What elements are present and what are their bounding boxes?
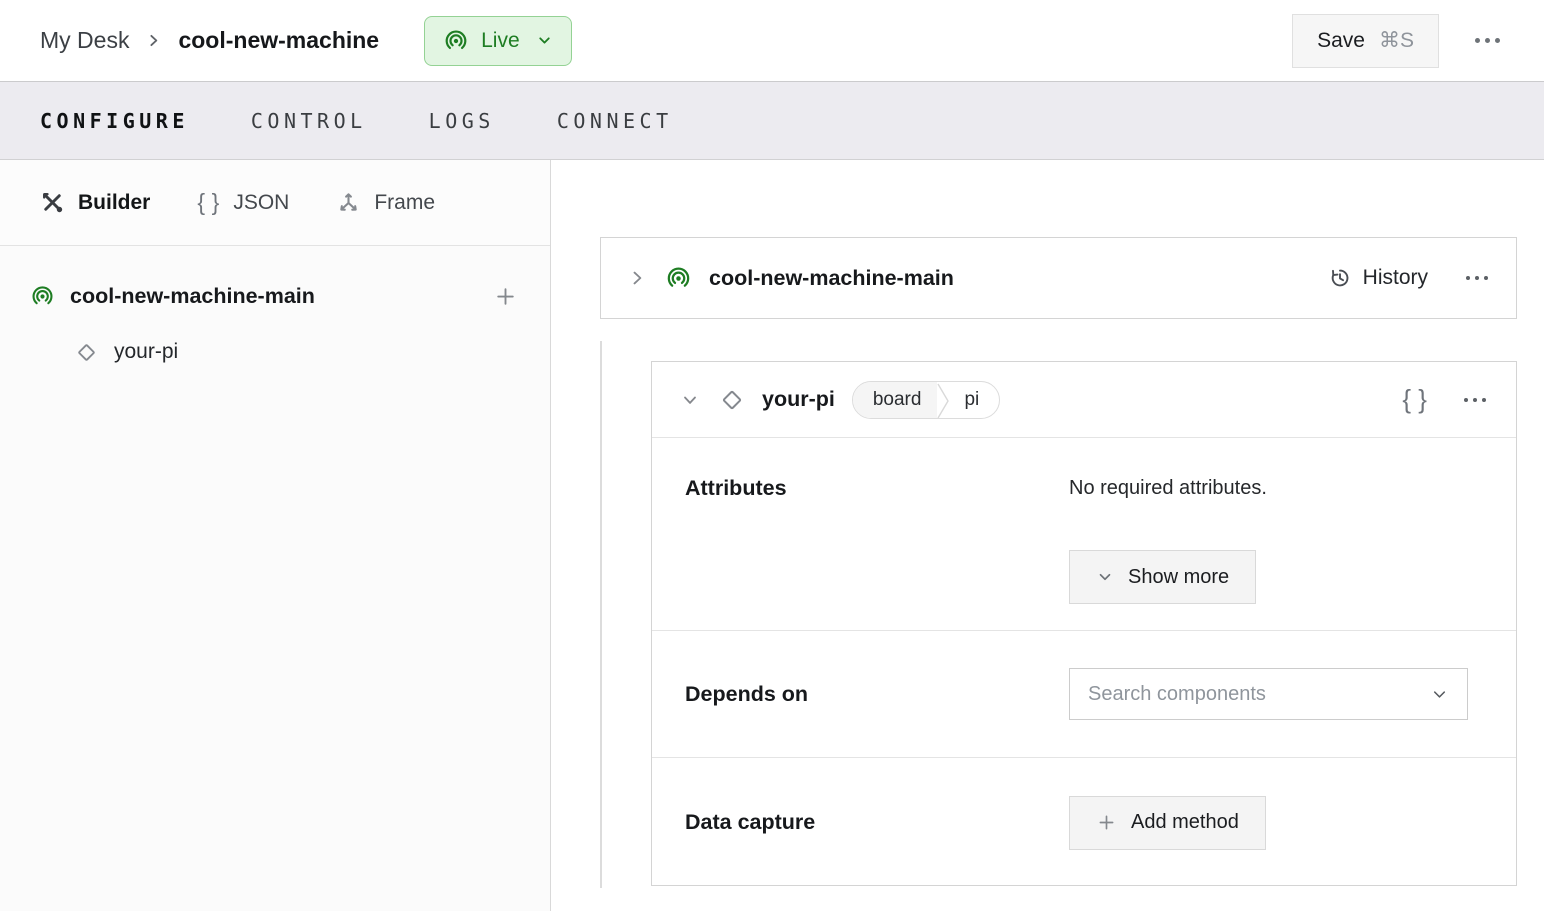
tree-item-your-pi-label: your-pi [114,340,179,363]
mode-tab-json-label: JSON [233,190,290,214]
data-capture-label: Data capture [685,810,816,834]
braces-icon: { } [197,189,221,215]
breadcrumb-my-desk[interactable]: My Desk [40,27,129,54]
mode-tab-builder[interactable]: Builder [40,190,150,215]
tab-control[interactable]: CONTROL [251,109,367,133]
machine-nav-tabs: CONFIGURE CONTROL LOGS CONNECT [0,81,1544,160]
mode-tab-frame[interactable]: Frame [336,190,435,215]
save-button[interactable]: Save ⌘S [1292,13,1439,68]
tab-configure[interactable]: CONFIGURE [40,109,189,133]
add-component-button[interactable] [491,282,520,311]
topbar-actions: Save ⌘S [1292,13,1502,68]
depends-on-label: Depends on [685,681,809,706]
attributes-empty-text: No required attributes. [1069,477,1267,499]
history-icon [1328,266,1352,290]
chevron-down-icon [536,32,553,49]
chevron-down-icon [1096,568,1114,586]
machine-part-card: cool-new-machine-main History [600,237,1517,319]
component-model: pi [964,388,980,410]
attributes-section: Attributes No required attributes. Show … [652,438,1516,631]
live-label: Live [481,28,520,52]
frame-axes-icon [336,190,361,215]
live-broadcast-icon [30,284,55,309]
depends-on-select[interactable]: Search components [1069,668,1468,720]
history-button[interactable]: History [1328,266,1428,290]
badge-divider [937,383,950,418]
tools-icon [40,190,65,215]
chevron-down-icon [1430,685,1449,704]
sidebar-mode-tabs: Builder { } JSON Frame [0,160,550,246]
mode-tab-frame-label: Frame [374,190,436,214]
topbar: My Desk cool-new-machine Live Save ⌘S [0,0,1544,81]
data-capture-section: Data capture Add method [652,758,1516,887]
machine-tree: cool-new-machine-main your-pi [0,246,550,381]
mode-tab-json[interactable]: { } JSON [197,189,289,216]
sidebar: Builder { } JSON Frame cool-new-machine-… [0,160,551,911]
tree-item-your-pi[interactable]: your-pi [30,323,520,381]
show-more-label: Show more [1128,565,1230,588]
save-label: Save [1317,28,1365,52]
live-status-dropdown[interactable]: Live [424,15,572,66]
live-broadcast-icon [665,265,692,292]
component-type: board [852,381,938,418]
diamond-icon [718,386,746,414]
component-menu-button[interactable] [1462,392,1488,408]
chevron-right-icon[interactable] [627,268,647,288]
more-menu-button[interactable] [1473,32,1502,49]
component-title: your-pi [762,387,835,411]
breadcrumb-machine-name: cool-new-machine [178,27,380,53]
plus-icon [1096,812,1117,833]
machine-part-title: cool-new-machine-main [709,265,954,290]
save-shortcut: ⌘S [1378,29,1414,52]
diamond-icon [74,340,99,365]
mode-tab-builder-label: Builder [78,190,151,214]
collapse-chevron-down-icon[interactable] [680,390,700,410]
depends-on-placeholder: Search components [1088,682,1266,705]
add-method-label: Add method [1131,811,1239,833]
content: Builder { } JSON Frame cool-new-machine-… [0,160,1544,911]
component-card-header: your-pi board pi { } [652,362,1516,438]
show-more-button[interactable]: Show more [1069,550,1257,604]
config-panel: cool-new-machine-main History your-pi bo… [551,160,1544,911]
tree-item-machine[interactable]: cool-new-machine-main [30,269,520,323]
tab-connect[interactable]: CONNECT [557,109,673,133]
tab-logs[interactable]: LOGS [429,109,495,133]
breadcrumb-separator-icon [145,32,162,49]
component-json-icon[interactable]: { } [1402,384,1428,415]
history-label: History [1362,266,1428,289]
tree-item-machine-label: cool-new-machine-main [70,283,315,308]
depends-on-section: Depends on Search components [652,631,1516,758]
live-icon [443,28,469,54]
tree-connector-line [600,341,602,888]
attributes-label: Attributes [685,476,787,500]
machine-part-menu-button[interactable] [1464,270,1490,286]
component-card: your-pi board pi { } Attributes No requi… [651,361,1517,886]
add-method-button[interactable]: Add method [1069,795,1266,850]
breadcrumb: My Desk cool-new-machine [40,27,379,54]
component-type-badge: board pi [851,380,1001,419]
